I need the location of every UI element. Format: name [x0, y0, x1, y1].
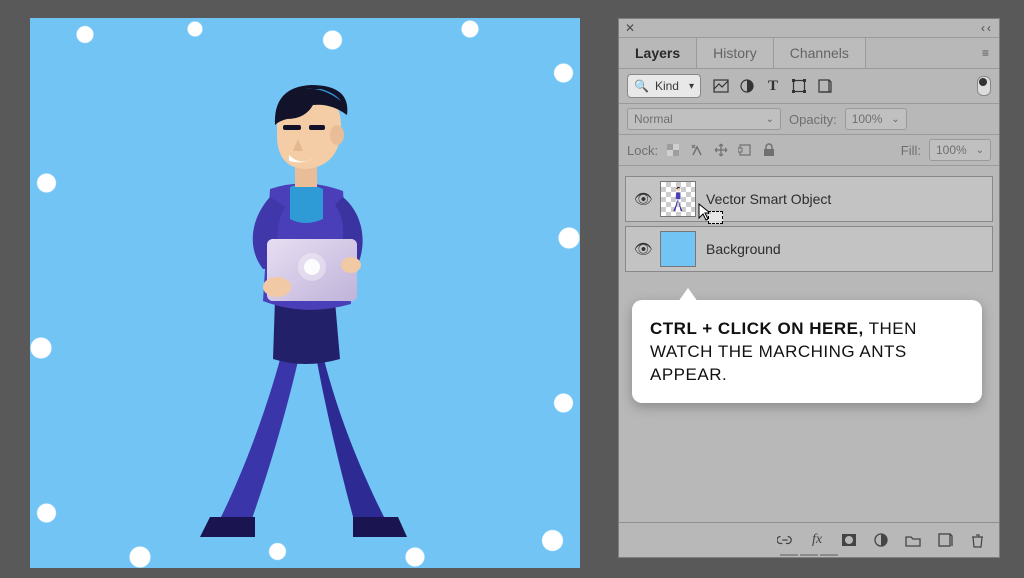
tooltip-text: CTRL + CLICK ON HERE, THEN WATCH THE MAR… [650, 318, 964, 387]
opacity-label: Opacity: [789, 112, 837, 127]
layer-thumbnail[interactable] [660, 181, 696, 217]
filter-adjustment-icon[interactable] [739, 78, 755, 94]
filter-smartobject-icon[interactable] [817, 78, 833, 94]
filter-type-icon[interactable]: T [765, 78, 781, 94]
blend-mode-select[interactable]: Normal ⌄ [627, 108, 781, 130]
lock-transparent-icon[interactable] [666, 143, 680, 157]
blend-mode-row: Normal ⌄ Opacity: 100% ⌄ [619, 104, 999, 135]
filter-kind-label: Kind [655, 79, 679, 93]
search-icon: 🔍 [634, 79, 649, 93]
panel-footer: fx [619, 522, 999, 557]
lock-artboard-icon[interactable] [738, 143, 752, 157]
filter-shape-icon[interactable] [791, 78, 807, 94]
fill-label: Fill: [901, 143, 921, 158]
new-group-icon[interactable] [905, 532, 921, 548]
illustration-character [155, 69, 455, 539]
panel-tabs: Layers History Channels ≡ [619, 38, 999, 69]
layer-name: Vector Smart Object [706, 191, 831, 207]
tooltip-bold: CTRL + CLICK ON HERE, [650, 319, 864, 338]
chevron-down-icon: ⌄ [976, 145, 984, 156]
fill-input[interactable]: 100% ⌄ [929, 139, 991, 161]
layer-row[interactable]: 👁 Vector Smart Object [625, 176, 993, 222]
blend-mode-value: Normal [634, 112, 673, 126]
opacity-value: 100% [852, 112, 883, 126]
add-mask-icon[interactable] [841, 532, 857, 548]
layers-list: 👁 Vector Smart Object 👁 [619, 166, 999, 282]
panel-titlebar: ✕ ‹‹ [619, 19, 999, 38]
document-canvas[interactable] [30, 18, 580, 568]
filter-type-icons: T [713, 78, 833, 94]
panel-menu-icon[interactable]: ≡ [972, 38, 999, 68]
layer-name: Background [706, 241, 781, 257]
tab-channels[interactable]: Channels [774, 38, 866, 68]
panel-close-icon[interactable]: ✕ [625, 21, 635, 35]
tab-layers[interactable]: Layers [619, 38, 697, 68]
filter-pixel-icon[interactable] [713, 78, 729, 94]
lock-row: Lock: Fill: 100% ⌄ [619, 135, 999, 166]
lock-position-icon[interactable] [714, 143, 728, 157]
layer-effects-icon[interactable]: fx [809, 532, 825, 548]
opacity-input[interactable]: 100% ⌄ [845, 108, 907, 130]
layer-thumbnail[interactable] [660, 231, 696, 267]
filter-toggle[interactable] [977, 76, 991, 96]
lock-label: Lock: [627, 143, 658, 158]
lock-all-icon[interactable] [762, 143, 776, 157]
panel-resize-grip[interactable] [777, 553, 841, 557]
layer-row[interactable]: 👁 Background [625, 226, 993, 272]
new-layer-icon[interactable] [937, 532, 953, 548]
tab-history[interactable]: History [697, 38, 774, 68]
layer-filter-row: 🔍 Kind ▾ T [619, 69, 999, 104]
instruction-tooltip: CTRL + CLICK ON HERE, THEN WATCH THE MAR… [632, 300, 982, 403]
lock-image-icon[interactable] [690, 143, 704, 157]
delete-layer-icon[interactable] [969, 532, 985, 548]
panel-collapse-icon[interactable]: ‹‹ [981, 21, 993, 35]
adjustment-layer-icon[interactable] [873, 532, 889, 548]
chevron-down-icon: ⌄ [891, 114, 899, 125]
layers-panel: ✕ ‹‹ Layers History Channels ≡ 🔍 Kind ▾ … [618, 18, 1000, 558]
filter-kind-select[interactable]: 🔍 Kind ▾ [627, 74, 701, 98]
fill-value: 100% [936, 143, 967, 157]
visibility-toggle-icon[interactable]: 👁 [634, 190, 650, 208]
chevron-down-icon: ▾ [689, 81, 694, 92]
link-layers-icon[interactable] [777, 532, 793, 548]
chevron-down-icon: ⌄ [766, 114, 774, 125]
visibility-toggle-icon[interactable]: 👁 [634, 240, 650, 258]
